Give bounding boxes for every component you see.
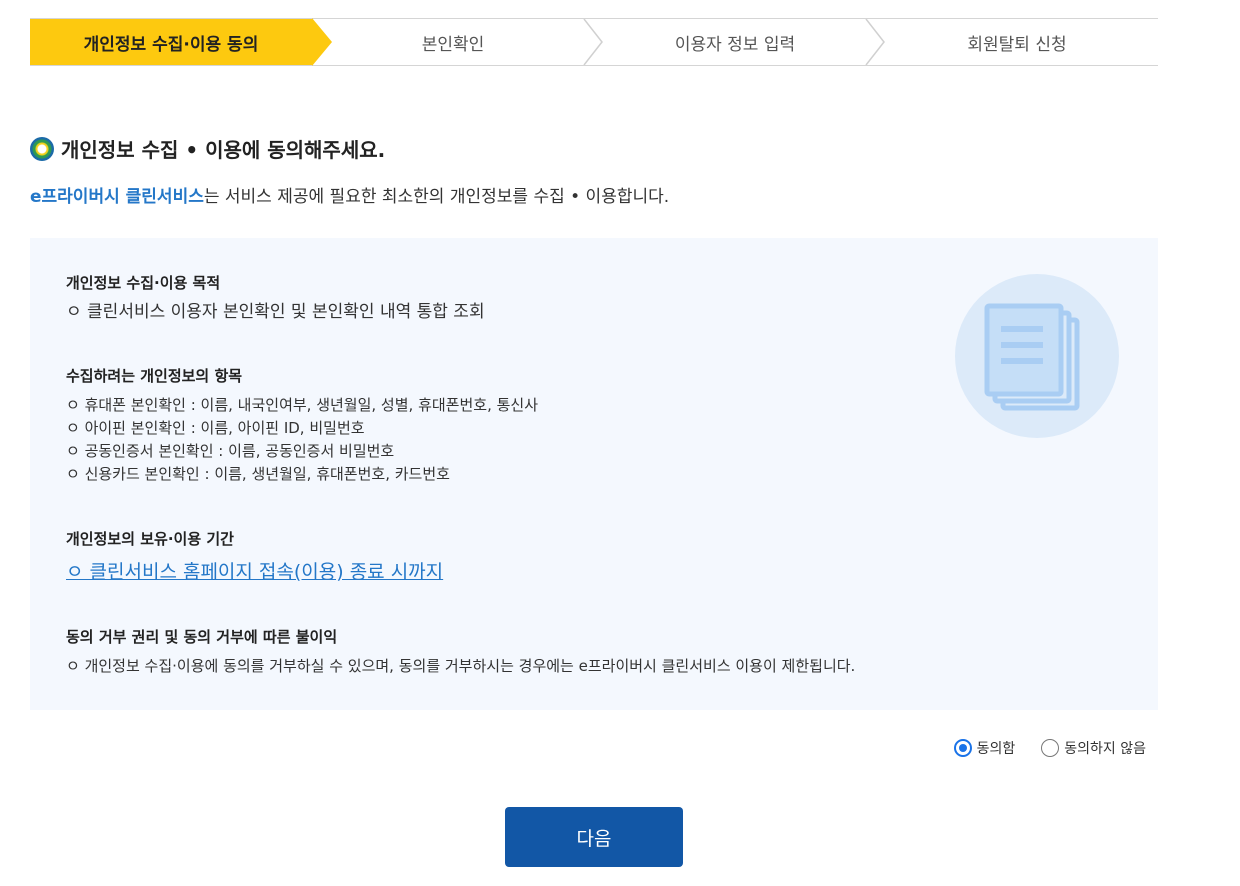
intro-body: 는 서비스 제공에 필요한 최소한의 개인정보를 수집 • 이용합니다.	[203, 187, 670, 207]
page-title: 개인정보 수집 • 이용에 동의해주세요.	[61, 138, 386, 162]
list-item: ㅇ 신용카드 본인확인 : 이름, 생년월일, 휴대폰번호, 카드번호	[66, 465, 450, 483]
circle-bullet-icon	[30, 136, 54, 161]
step-withdrawal: 회원탈퇴 신청	[876, 19, 1158, 65]
section-title: 개인정보의 보유·이용 기간	[66, 530, 234, 548]
collected-items-section: 수집하려는 개인정보의 항목 ㅇ 휴대폰 본인확인 : 이름, 내국인여부, 생…	[66, 365, 538, 486]
intro-text: e프라이버시 클린서비스는 서비스 제공에 필요한 최소한의 개인정보를 수집 …	[30, 182, 669, 207]
step-identity-verification: 본인확인	[312, 19, 603, 65]
purpose-section: 개인정보 수집·이용 목적 ㅇ 클린서비스 이용자 본인확인 및 본인확인 내역…	[66, 272, 485, 324]
privacy-info-panel: 개인정보 수집·이용 목적 ㅇ 클린서비스 이용자 본인확인 및 본인확인 내역…	[30, 238, 1158, 710]
list-item: ㅇ 휴대폰 본인확인 : 이름, 내국인여부, 생년월일, 성별, 휴대폰번호,…	[66, 396, 539, 414]
section-title: 개인정보 수집·이용 목적	[66, 274, 221, 292]
agree-label: 동의함	[976, 741, 1016, 757]
consent-radio-group: 동의함 동의하지 않음	[928, 738, 1146, 758]
disagree-radio[interactable]: 동의하지 않음	[1041, 738, 1146, 758]
list-item: ㅇ 개인정보 수집·이용에 동의를 거부하실 수 있으며, 동의를 거부하시는 …	[66, 657, 856, 675]
retention-section: 개인정보의 보유·이용 기간 ㅇ 클린서비스 홈페이지 접속(이용) 종료 시까…	[66, 528, 443, 584]
step-chevron-icon	[583, 19, 603, 65]
step-consent: 개인정보 수집·이용 동의	[30, 18, 332, 66]
section-title: 동의 거부 권리 및 동의 거부에 따른 불이익	[66, 628, 338, 646]
radio-indicator[interactable]	[1041, 739, 1060, 757]
next-button[interactable]: 다음	[505, 807, 683, 867]
brand-name: e프라이버시 클린서비스	[30, 187, 204, 207]
agree-radio[interactable]: 동의함	[953, 738, 1016, 758]
disagree-label: 동의하지 않음	[1064, 741, 1146, 757]
section-heading: 개인정보 수집 • 이용에 동의해주세요.	[30, 134, 385, 163]
list-item: ㅇ 아이핀 본인확인 : 이름, 아이핀 ID, 비밀번호	[66, 419, 365, 437]
step-label: 본인확인	[421, 34, 485, 55]
step-label: 개인정보 수집·이용 동의	[83, 34, 259, 55]
section-title: 수집하려는 개인정보의 항목	[66, 367, 243, 385]
step-label: 회원탈퇴 신청	[967, 34, 1067, 55]
refusal-section: 동의 거부 권리 및 동의 거부에 따른 불이익 ㅇ 개인정보 수집·이용에 동…	[66, 626, 855, 678]
step-user-info: 이용자 정보 입력	[594, 19, 885, 65]
retention-period-link[interactable]: ㅇ 클린서비스 홈페이지 접속(이용) 종료 시까지	[66, 561, 443, 583]
list-item: ㅇ 클린서비스 이용자 본인확인 및 본인확인 내역 통합 조회	[66, 302, 485, 322]
step-progress-bar: 개인정보 수집·이용 동의 본인확인 이용자 정보 입력 회원탈퇴 신청	[30, 18, 1158, 66]
document-illustration	[955, 274, 1119, 438]
document-stack-icon	[984, 303, 1080, 411]
step-chevron-icon	[865, 19, 885, 65]
step-label: 이용자 정보 입력	[674, 34, 796, 55]
list-item: ㅇ 공동인증서 본인확인 : 이름, 공동인증서 비밀번호	[66, 442, 395, 460]
radio-indicator[interactable]	[953, 739, 972, 757]
